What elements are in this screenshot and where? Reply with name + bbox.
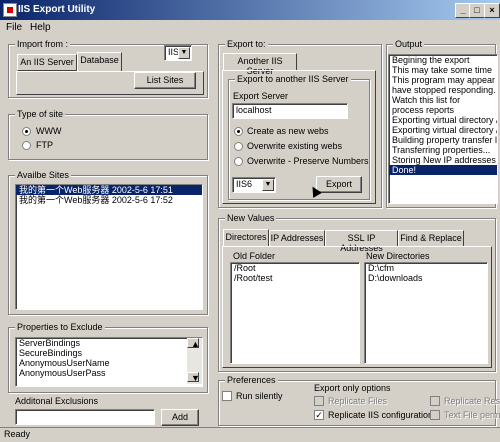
replicate-iis-label: Replicate IIS configuration — [328, 410, 434, 420]
replicate-files-label: Replicate Files — [328, 396, 388, 406]
tab-database[interactable]: Database — [77, 52, 122, 72]
additional-exclusions-input[interactable] — [15, 409, 155, 425]
window-title: IIS Export Utility — [18, 4, 96, 15]
text-file-perm-label: Text File perm — [444, 410, 500, 420]
tab-another-iis-server[interactable]: Another IIS Server — [223, 53, 297, 76]
new-directory-item[interactable]: D:\downloads — [365, 273, 487, 283]
tab-ip-addresses[interactable]: IP Addresses — [269, 230, 325, 247]
tab-an-iis-server[interactable]: An IIS Server — [17, 54, 77, 71]
output-line: Done! — [389, 165, 497, 175]
import-server-select[interactable]: IIS5 ▼ — [164, 45, 192, 61]
close-button[interactable]: × — [484, 3, 500, 18]
type-of-site-group: Type of site — [8, 109, 208, 160]
type-of-site-label: Type of site — [15, 109, 66, 119]
radio-www-label: WWW — [36, 126, 62, 136]
output-label: Output — [393, 39, 425, 49]
export-only-label: Export only options — [314, 383, 391, 393]
site-list-item[interactable]: 我的第一个Web服务器 2002-5-6 17:52 — [16, 195, 202, 205]
site-list-item[interactable]: 我的第一个Web服务器 2002-5-6 17:51 — [16, 185, 202, 195]
property-item[interactable]: ServerBindings — [16, 338, 202, 348]
run-silently-checkbox[interactable] — [222, 391, 232, 401]
import-from-label: Import from : — [15, 39, 71, 49]
title-bar: IIS Export Utility _ □ × — [0, 0, 500, 20]
tab-directores[interactable]: Directores — [223, 229, 269, 247]
maximize-button[interactable]: □ — [469, 3, 485, 18]
menu-file[interactable]: File — [6, 22, 22, 33]
menu-bar: File Help — [0, 20, 500, 35]
available-sites-label: Availbe Sites — [15, 170, 71, 180]
output-line: have stopped responding. — [392, 85, 496, 95]
new-directories-list[interactable]: D:\cfm D:\downloads — [364, 262, 488, 364]
export-another-label: Export to another IIS Server — [235, 74, 351, 84]
chevron-down-icon[interactable]: ▼ — [178, 47, 190, 59]
add-button[interactable]: Add — [161, 409, 199, 426]
radio-overwrite-existing[interactable] — [234, 142, 243, 151]
replicate-iis-checkbox[interactable]: ✓ — [314, 410, 324, 420]
radio-overwrite-existing-label: Overwrite existing webs — [247, 141, 343, 151]
tab-find-replace[interactable]: Find & Replace — [398, 230, 464, 247]
old-folder-label: Old Folder — [233, 251, 276, 261]
replicate-rest-label: Replicate Rest — [444, 396, 500, 406]
output-line: Transferring properties... — [392, 145, 491, 155]
radio-create-new-webs-label: Create as new webs — [247, 126, 329, 136]
output-line: Begining the export — [392, 55, 470, 65]
new-directory-item[interactable]: D:\cfm — [365, 263, 487, 273]
output-line: Building property transfer list — [392, 135, 498, 145]
old-folder-item[interactable]: /Root — [231, 263, 359, 273]
export-server-label: Export Server — [233, 91, 289, 101]
additional-exclusions-label: Additonal Exclusions — [15, 396, 99, 406]
available-sites-list[interactable]: 我的第一个Web服务器 2002-5-6 17:51 我的第一个Web服务器 2… — [15, 184, 203, 310]
property-item[interactable]: AnonymousUserPass — [16, 368, 202, 378]
property-item[interactable]: AnonymousUserName — [16, 358, 202, 368]
status-bar: Ready — [0, 427, 500, 442]
output-line: This may take some time — [392, 65, 493, 75]
new-values-label: New Values — [225, 213, 277, 223]
menu-help[interactable]: Help — [30, 22, 51, 33]
tab-ssl-ip-addresses[interactable]: SSL IP Addresses — [325, 230, 398, 253]
output-line: process reports — [392, 105, 455, 115]
run-silently-label: Run silently — [236, 391, 283, 401]
chevron-down-icon[interactable]: ▼ — [262, 179, 274, 191]
output-line: Storing New IP addresses — [392, 155, 496, 165]
radio-overwrite-preserve-label: Overwrite - Preserve Numbers — [247, 156, 369, 166]
export-server-input[interactable]: localhost — [232, 103, 348, 119]
properties-exclude-label: Properties to Exclude — [15, 322, 105, 332]
export-version-value: IIS6 — [236, 179, 253, 189]
scroll-up-icon[interactable]: ▲ — [187, 338, 200, 349]
properties-exclude-list[interactable]: ServerBindings SecureBindings AnonymousU… — [15, 337, 203, 387]
status-text: Ready — [4, 429, 31, 439]
new-directories-label: New Directories — [366, 251, 430, 261]
text-file-perm-checkbox[interactable] — [430, 410, 440, 420]
preferences-label: Preferences — [225, 375, 278, 385]
output-line: Watch this list for — [392, 95, 461, 105]
export-version-select[interactable]: IIS6 ▼ — [232, 177, 276, 193]
properties-scrollbar[interactable]: ▲ ▼ — [187, 338, 202, 384]
output-line: Exporting virtual directory /Ro — [392, 125, 497, 135]
property-item[interactable]: SecureBindings — [16, 348, 202, 358]
output-list[interactable]: Begining the export This may take some t… — [388, 54, 498, 204]
app-icon — [3, 3, 17, 17]
replicate-rest-checkbox[interactable] — [430, 396, 440, 406]
old-folder-item[interactable]: /Root/test — [231, 273, 359, 283]
output-line: Exporting virtual directory /Ro — [392, 115, 497, 125]
export-to-label: Export to: — [225, 39, 268, 49]
scroll-down-icon[interactable]: ▼ — [187, 372, 200, 383]
radio-ftp-label: FTP — [36, 140, 53, 150]
export-button[interactable]: Export — [316, 176, 362, 193]
radio-overwrite-preserve[interactable] — [234, 157, 243, 166]
radio-www[interactable] — [22, 127, 31, 136]
old-folder-list[interactable]: /Root /Root/test — [230, 262, 360, 364]
radio-create-new-webs[interactable] — [234, 127, 243, 136]
replicate-files-checkbox[interactable] — [314, 396, 324, 406]
output-line: This program may appear to — [392, 75, 498, 85]
list-sites-button[interactable]: List Sites — [134, 72, 196, 89]
radio-ftp[interactable] — [22, 141, 31, 150]
